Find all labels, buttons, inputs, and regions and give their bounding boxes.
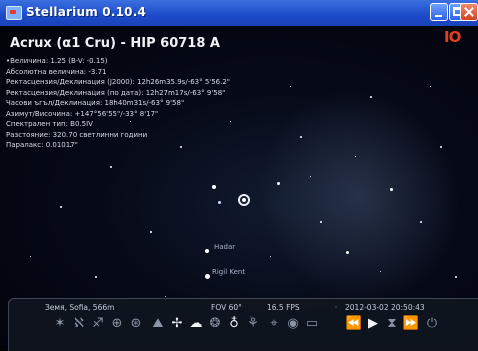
title-bar: Stellarium 0.10.4 [0,0,478,26]
constellation-art-icon[interactable]: ♐ [89,315,107,333]
info-line: Ректасцензия/Деклинация (J2000): 12h26m3… [6,78,231,86]
fov-status: FOV 60° [211,303,242,312]
milky-way [222,54,478,338]
star[interactable] [420,221,422,223]
star[interactable] [310,176,311,177]
star[interactable] [218,201,221,204]
selection-marker [238,194,250,206]
info-line: Абсолютна величина: -3.71 [6,67,107,76]
star[interactable] [320,221,322,223]
info-line: Паралакс: 0.01017" [6,141,78,149]
star-label-hadar: Hadar [214,243,236,251]
star[interactable] [355,156,356,157]
star[interactable] [430,86,431,87]
stellarium-app-icon [6,6,22,20]
fps-status: 16.5 FPS [267,303,300,312]
star[interactable] [70,146,71,147]
now-icon[interactable]: ⧗ [383,315,401,333]
star-label-rigil-kent: Rigil Kent [212,268,246,276]
center-object-icon[interactable]: ⌖ [265,315,283,333]
close-button[interactable] [460,3,478,21]
star[interactable] [150,231,152,233]
star[interactable] [130,121,131,122]
planet-labels-icon[interactable]: ♁ [225,315,243,333]
info-line: Разстояние: 320.70 светлинни години [6,130,148,139]
selected-object-title: Acrux (α1 Cru) - HIP 60718 A [10,36,220,51]
minimize-button[interactable] [430,3,448,21]
fullscreen-icon[interactable]: ▭ [303,315,321,333]
constellation-labels-icon[interactable]: ℵ [70,315,88,333]
star[interactable] [180,146,182,148]
rewind-icon[interactable]: ⏪ [345,315,363,333]
star[interactable] [440,146,442,148]
star-rigil-kent[interactable] [205,274,210,279]
star[interactable] [165,296,166,297]
location-status: Земя, Sofia, 566m [45,303,115,312]
star[interactable] [346,251,349,254]
info-line: Ректасцензия/Деклинация (по дата): 12h27… [6,88,226,97]
star[interactable] [390,188,393,191]
star[interactable] [60,206,62,208]
star[interactable] [30,256,31,257]
star[interactable] [95,276,97,278]
info-line: Азимут/Височина: +147°56'55"/-33° 8'17" [6,109,159,118]
star[interactable] [455,276,457,278]
equatorial-mount-icon[interactable]: ⚘ [244,315,262,333]
info-line: •Величина: 1.25 (B-V: -0.15) [6,57,108,65]
fast-forward-icon[interactable]: ⏩ [402,315,420,333]
info-line: Спектрален тип: B0.5IV [6,120,93,128]
corner-logo: IO [444,28,461,46]
star[interactable] [380,271,381,272]
datetime-status: 2012-03-02 20:50:43 [345,303,425,312]
star[interactable] [110,166,112,168]
equatorial-grid-icon[interactable]: ⊕ [108,315,126,333]
star[interactable] [277,182,280,185]
window-title: Stellarium 0.10.4 [26,5,147,19]
star[interactable] [270,256,271,257]
star[interactable] [212,185,216,189]
star[interactable] [290,86,291,87]
cardinal-points-icon[interactable]: ✢ [168,315,186,333]
ground-icon[interactable]: ⛰ [149,315,167,333]
star[interactable] [300,136,302,138]
bottom-bar: Земя, Sofia, 566m FOV 60° 16.5 FPS 2012-… [8,298,478,351]
azimuthal-grid-icon[interactable]: ⊛ [127,315,145,333]
info-line: Часови ъгъл/Деклинация: 18h40m31s/-63° 9… [6,99,185,107]
play-icon[interactable]: ▶ [364,315,382,333]
toolbar: ✶ ℵ ♐ ⊕ ⊛ ⛰ ✢ ☁ ❂ ♁ ⚘ ⌖ ◉ ▭ ⏪ ▶ ⧗ ⏩ ⏻ [9,315,478,337]
star[interactable] [370,96,372,98]
star-hadar[interactable] [205,249,209,253]
constellation-lines-icon[interactable]: ✶ [51,315,69,333]
quit-icon[interactable]: ⏻ [423,315,441,333]
nebulae-icon[interactable]: ❂ [206,315,224,333]
atmosphere-icon[interactable]: ☁ [187,315,205,333]
object-info-panel: •Величина: 1.25 (B-V: -0.15) Абсолютна в… [6,56,230,151]
star[interactable] [230,121,231,122]
night-mode-icon[interactable]: ◉ [284,315,302,333]
